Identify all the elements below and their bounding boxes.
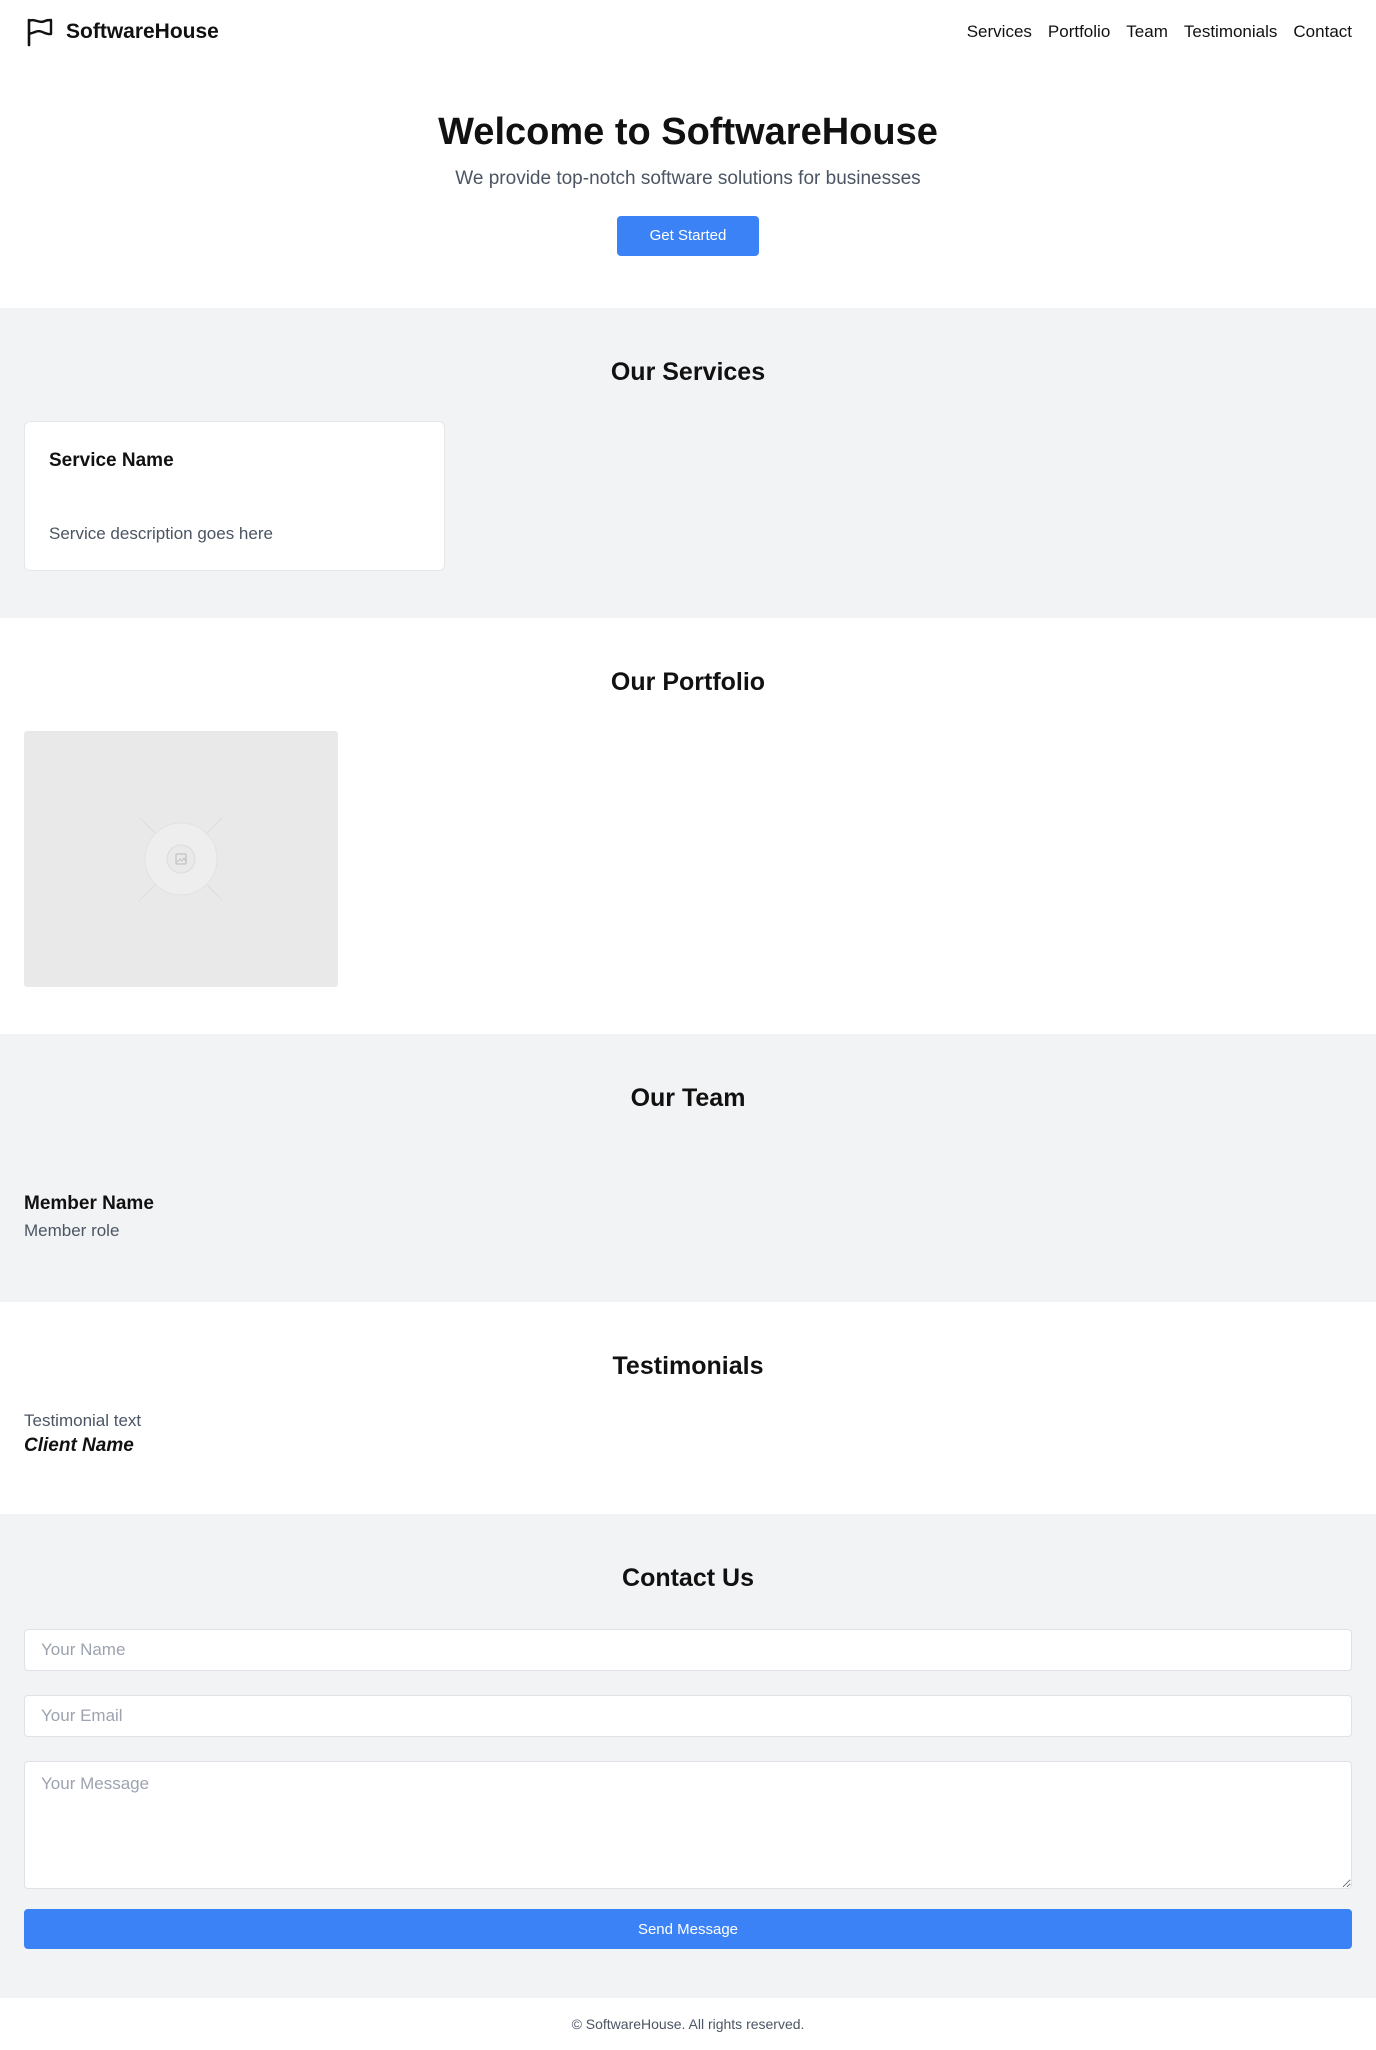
brand[interactable]: SoftwareHouse [24,16,219,48]
team-section: Our Team Member Name Member role [0,1034,1376,1302]
testimonial: Testimonial text Client Name [24,1411,1352,1457]
brand-name: SoftwareHouse [66,20,219,43]
nav-link-team[interactable]: Team [1126,22,1168,42]
message-textarea[interactable] [24,1761,1352,1889]
nav-link-contact[interactable]: Contact [1293,22,1352,42]
hero-subtitle: We provide top-notch software solutions … [455,168,921,189]
team-member: Member Name Member role [24,1193,1352,1241]
contact-title: Contact Us [622,1564,754,1592]
service-description: Service description goes here [49,524,273,543]
portfolio-section: Our Portfolio [0,618,1376,1034]
portfolio-item[interactable] [24,731,338,987]
contact-form: Send Message [24,1629,1352,1949]
site-header: SoftwareHouse Services Portfolio Team Te… [0,0,1376,64]
testimonial-text: Testimonial text [24,1411,142,1430]
image-placeholder-icon [138,816,224,902]
hero-section: Welcome to SoftwareHouse We provide top-… [0,64,1376,308]
services-section: Our Services Service Name Service descri… [0,308,1376,618]
hero-title: Welcome to SoftwareHouse [438,111,938,153]
member-name: Member Name [24,1193,154,1214]
testimonials-title: Testimonials [612,1352,764,1380]
portfolio-title: Our Portfolio [610,668,766,696]
nav-link-portfolio[interactable]: Portfolio [1048,22,1110,42]
contact-section: Contact Us Send Message [0,1514,1376,1998]
testimonials-section: Testimonials Testimonial text Client Nam… [0,1302,1376,1514]
name-input[interactable] [24,1629,1352,1671]
client-name: Client Name [24,1435,134,1456]
service-card: Service Name Service description goes he… [24,421,445,571]
nav-link-services[interactable]: Services [967,22,1032,42]
service-name: Service Name [49,450,174,471]
flag-icon [24,16,56,48]
copyright-text: © SoftwareHouse. All rights reserved. [571,2016,805,2032]
email-input[interactable] [24,1695,1352,1737]
member-role: Member role [24,1221,120,1240]
send-message-button[interactable]: Send Message [24,1909,1352,1949]
nav-link-testimonials[interactable]: Testimonials [1184,22,1278,42]
get-started-button[interactable]: Get Started [617,216,759,256]
services-title: Our Services [610,358,766,386]
team-title: Our Team [630,1084,746,1112]
site-footer: © SoftwareHouse. All rights reserved. [0,1998,1376,2050]
main-nav: Services Portfolio Team Testimonials Con… [967,22,1352,42]
